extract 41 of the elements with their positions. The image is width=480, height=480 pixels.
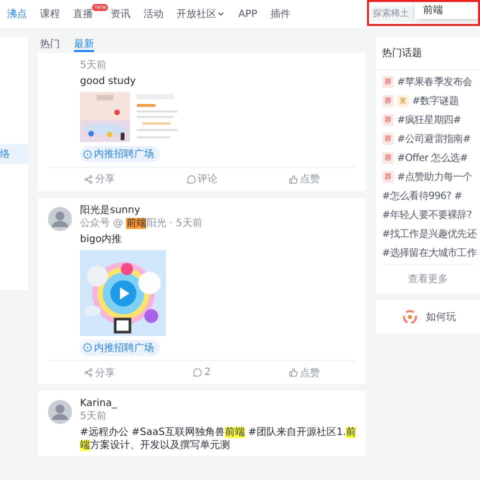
topic-link[interactable]: #公司避雷指南# [397, 132, 471, 146]
topic-link[interactable]: #找工作是兴趣优先还 [382, 226, 476, 240]
like-icon [289, 368, 298, 377]
topic-link[interactable]: #苹果春季发布会 [397, 74, 472, 88]
nav-link[interactable]: 开放社区 [176, 7, 226, 21]
guide-text[interactable]: 如何玩 [426, 310, 456, 324]
avatar[interactable] [48, 400, 72, 424]
topic-link[interactable]: #数字谜题 [412, 94, 458, 108]
topic-link[interactable]: #点赞助力每一个 [397, 170, 472, 184]
nav-link[interactable]: 沸点 [7, 7, 27, 21]
nav-link[interactable]: APP [238, 8, 258, 20]
post-meta: 5天前 [80, 410, 108, 423]
panel-title: 热门话题 [376, 37, 480, 70]
topic-link[interactable]: #疯狂星期四# [397, 112, 461, 126]
post-meta: 5天前 [80, 59, 108, 72]
nav-link[interactable]: 资讯 [110, 7, 130, 21]
nav-link[interactable]: 直播 [73, 7, 93, 21]
topic-link[interactable]: #年轻人要不要裸辞? [382, 208, 472, 222]
post-text: bigo内推 [80, 232, 123, 246]
feed-tab[interactable]: 热门 [40, 37, 60, 52]
spinner-logo-icon [402, 309, 418, 325]
like-icon [289, 174, 298, 184]
topic-link[interactable]: #怎么看待996? # [382, 188, 462, 202]
target-icon [83, 150, 92, 158]
post-text: #远程办公 #SaaS互联网独角兽前端 #团队来自开源社区1.前端方案设计、开发以及撰写单元测 [80, 426, 356, 452]
search-field[interactable]: 探索稀土 [371, 6, 414, 22]
target-icon [83, 343, 92, 352]
author-name[interactable]: 阳光是sunny [80, 204, 356, 216]
nav-link[interactable]: 插件 [270, 7, 290, 21]
comment-icon [186, 174, 196, 184]
nav-link[interactable]: 课程 [40, 7, 60, 21]
nav-link[interactable]: 活动 [143, 7, 164, 21]
share-icon [84, 174, 93, 184]
topic-link[interactable]: #Offer 怎么选# [397, 150, 468, 164]
post-text: good study [80, 75, 137, 88]
share-icon [84, 368, 93, 377]
topic-link[interactable]: #选择留在大城市工作 [382, 246, 476, 260]
post-meta: 公众号 @ 前端阳光 · 5天前 [80, 216, 204, 230]
avatar[interactable] [48, 206, 72, 230]
comment-icon [193, 368, 202, 377]
author-name[interactable]: Karina_ [80, 397, 356, 410]
